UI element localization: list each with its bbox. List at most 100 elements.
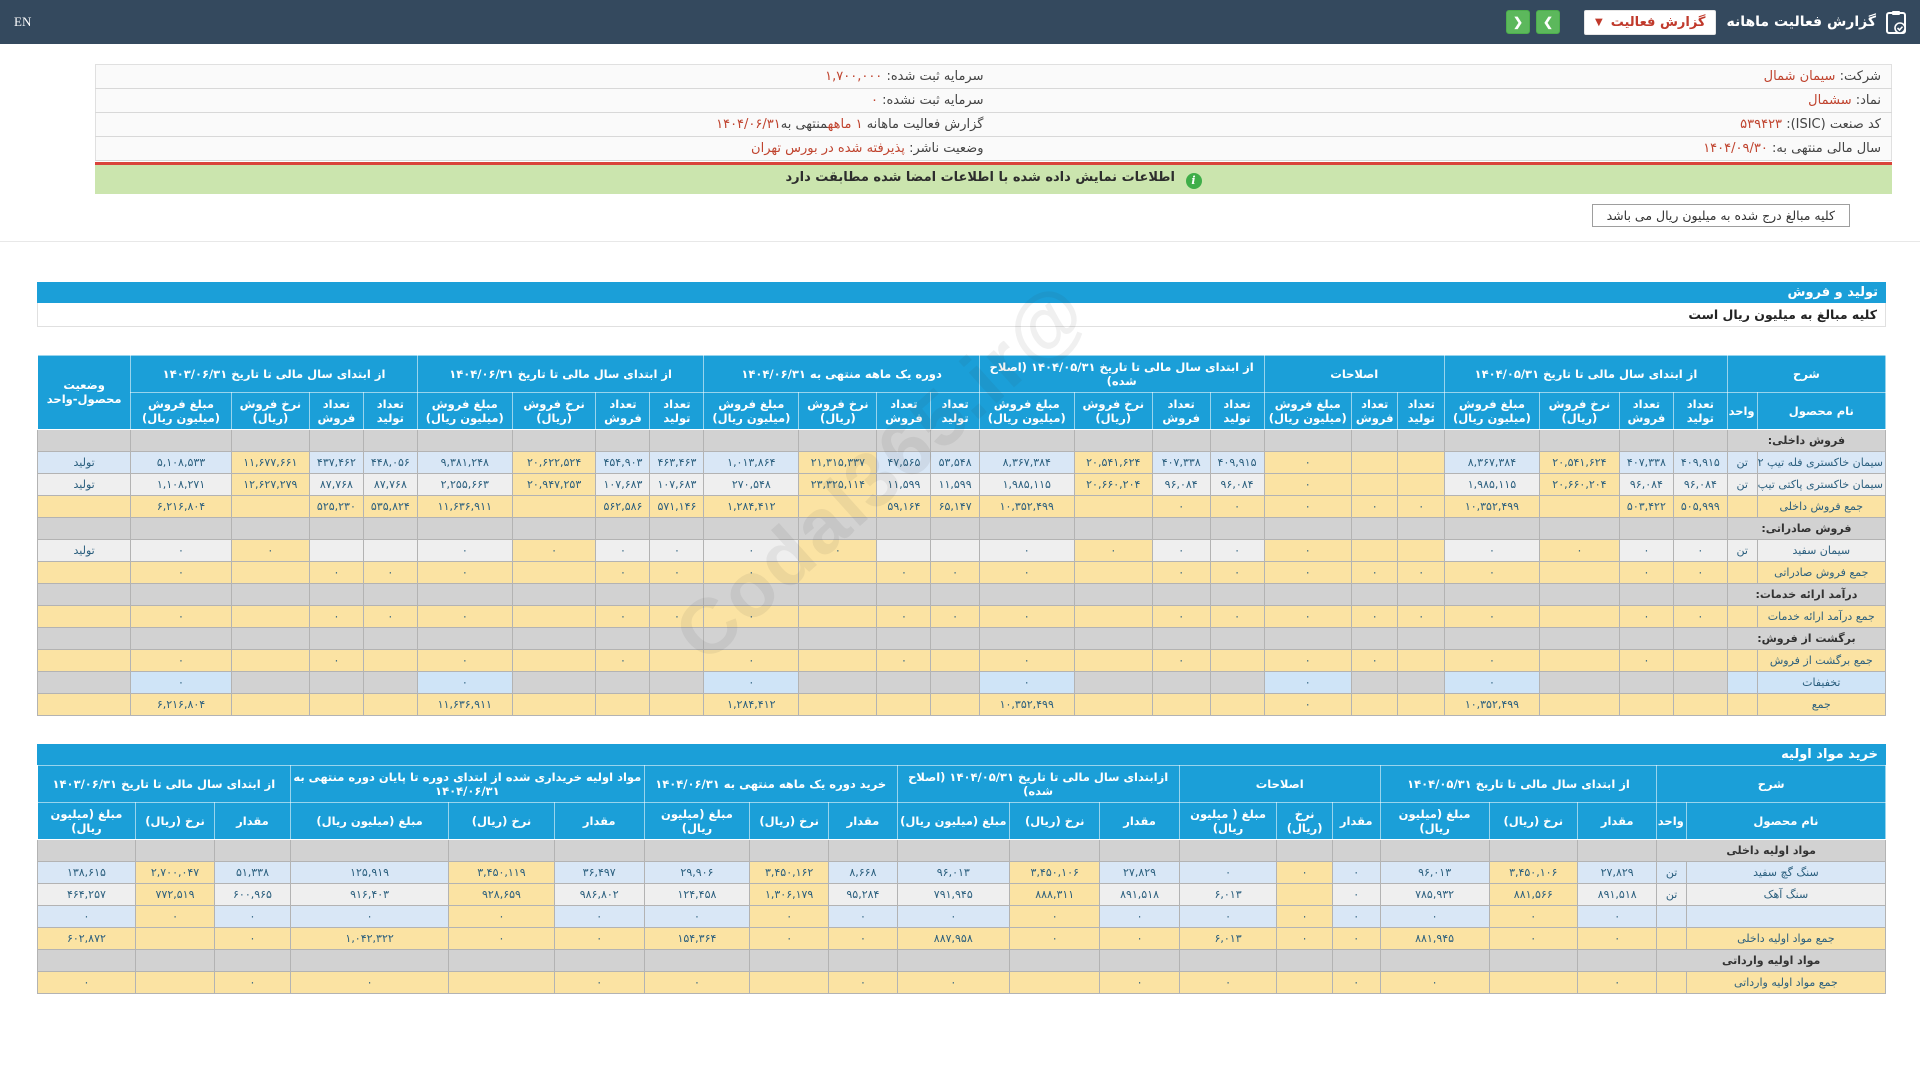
- value-cell: ۰: [1444, 670, 1540, 694]
- section-cell: [896, 948, 1011, 972]
- section-cell: [37, 948, 136, 972]
- value-cell: ۵۷۱,۱۴۶: [649, 494, 705, 518]
- value-cell: ۰: [130, 560, 232, 584]
- section-cell: [1672, 428, 1728, 452]
- value-cell: ۰: [308, 604, 364, 628]
- value-cell: ۰: [308, 560, 364, 584]
- value-cell: [134, 970, 216, 994]
- column-header: نرخ (ریال): [1009, 801, 1101, 840]
- value-cell: ۰: [1276, 860, 1333, 884]
- section-cell: [36, 582, 132, 606]
- section-cell: [1331, 948, 1381, 972]
- value-cell: ۴۰۷,۳۳۸: [1618, 450, 1674, 474]
- section-cell: [1151, 428, 1211, 452]
- value-cell: [1073, 560, 1153, 584]
- registered-capital-cell: سرمایه ثبت شده: ۱,۷۰۰,۰۰۰: [95, 64, 994, 89]
- column-header: نام محصول: [1756, 391, 1887, 430]
- value-cell: ۰: [896, 970, 1011, 994]
- column-header: تعداد تولید: [1209, 391, 1265, 430]
- row-label: جمع فروش صادراتی: [1756, 560, 1887, 584]
- row-label: جمع درآمد ارائه خدمات: [1756, 604, 1887, 628]
- section-cell: [416, 626, 513, 650]
- value-cell: ۰: [1397, 560, 1445, 584]
- info-row: نماد: سشمال سرمایه ثبت نشده: ۰: [95, 88, 1892, 113]
- next-report-button[interactable]: ❯: [1536, 10, 1561, 34]
- value-cell: ۰: [130, 604, 232, 628]
- value-cell: ۰: [416, 670, 513, 694]
- section-cell: [1672, 516, 1728, 540]
- section-cell: [1073, 516, 1153, 540]
- section-cell: [1444, 516, 1540, 540]
- section-cell: [289, 838, 450, 862]
- value-cell: ۰: [1618, 648, 1674, 672]
- value-cell: ۲۳,۳۲۵,۱۱۴: [798, 472, 878, 496]
- section-cell: [748, 838, 830, 862]
- value-cell: ۰: [703, 670, 800, 694]
- column-group-header: اصلاحات: [1263, 354, 1445, 393]
- value-cell: ۸۷,۷۶۸: [308, 472, 364, 496]
- value-cell: [511, 494, 597, 518]
- product-status-cell: [36, 648, 132, 672]
- value-cell: [1488, 970, 1579, 994]
- unit-cell: [1726, 648, 1758, 672]
- value-cell: ۱۱,۶۷۷,۶۶۱: [230, 450, 310, 474]
- value-cell: ۲۰,۶۶۰,۲۰۴: [1073, 472, 1153, 496]
- section-label: مواد اولیه داخلی: [1656, 838, 1886, 862]
- section-cell: [416, 582, 513, 606]
- value-cell: ۰: [1263, 494, 1352, 518]
- value-cell: ۰: [828, 926, 898, 950]
- product-status-cell: [36, 560, 132, 584]
- row-label: سیمان خاکستری پاکتی تیپ ۲: [1756, 472, 1887, 496]
- section-label: فروش صادراتی:: [1726, 516, 1887, 540]
- value-cell: [511, 648, 597, 672]
- value-cell: ۱۱,۵۹۹: [930, 472, 980, 496]
- issuer-status-value: پذیرفته شده در بورس تهران: [751, 141, 905, 156]
- section-cell: [448, 948, 555, 972]
- registered-capital-value: ۱,۷۰۰,۰۰۰: [825, 69, 883, 84]
- value-cell: ۰: [289, 904, 450, 928]
- value-cell: ۰: [1009, 904, 1101, 928]
- value-cell: ۰: [978, 648, 1075, 672]
- value-cell: [1397, 670, 1445, 694]
- table-row: جمع درآمد ارائه خدمات ۰ ۰ ۰ ۰ ۰ ۰ ۰ ۰ ۰ ۰ ۰ ۰ ۰ ۰ ۰ ۰ ۰ ۰: [36, 604, 1887, 628]
- prev-report-button[interactable]: ❮: [1506, 10, 1531, 34]
- value-cell: [798, 692, 878, 716]
- unregistered-capital-cell: سرمایه ثبت نشده: ۰: [95, 88, 994, 113]
- value-cell: ۲۷۰,۵۴۸: [703, 472, 800, 496]
- value-cell: [448, 970, 555, 994]
- sales-band-title: تولید و فروش: [37, 281, 1886, 303]
- value-cell: ۷۷۲,۵۱۹: [134, 882, 216, 906]
- value-cell: ۰: [1099, 904, 1180, 928]
- value-cell: ۰: [416, 648, 513, 672]
- row-label: تخفیفات: [1756, 670, 1887, 694]
- value-cell: [1350, 472, 1399, 496]
- section-cell: [1073, 582, 1153, 606]
- value-cell: ۰: [930, 604, 980, 628]
- value-cell: ۰: [876, 648, 932, 672]
- value-cell: ۰: [214, 926, 291, 950]
- value-cell: ۸۷,۷۶۸: [362, 472, 418, 496]
- symbol-cell: نماد: سشمال: [993, 88, 1892, 113]
- column-header: نرخ فروش (ریال): [230, 391, 310, 430]
- fiscal-year-value: ۱۴۰۴/۰۹/۳۰: [1703, 141, 1768, 156]
- column-header: نرخ فروش (ریال): [1538, 391, 1620, 430]
- report-type-dropdown[interactable]: گزارش فعالیت ▼: [1584, 9, 1717, 35]
- value-cell: [1209, 670, 1265, 694]
- section-cell: [1009, 838, 1101, 862]
- value-cell: [308, 538, 364, 562]
- section-cell: [703, 582, 800, 606]
- row-label: جمع برگشت از فروش: [1756, 648, 1887, 672]
- language-switch-en[interactable]: EN: [14, 14, 31, 30]
- section-cell: [36, 626, 132, 650]
- section-cell: [1379, 838, 1490, 862]
- section-cell: [1618, 428, 1674, 452]
- value-cell: ۶۵,۱۴۷: [930, 494, 980, 518]
- value-cell: [1151, 692, 1211, 716]
- section-cell: [553, 948, 645, 972]
- product-status-cell: [36, 670, 132, 694]
- column-header: مبلغ (میلیون ریال): [643, 801, 751, 840]
- unit-cell: تن: [1726, 538, 1758, 562]
- value-cell: ۴۵۴,۹۰۳: [595, 450, 651, 474]
- value-cell: [798, 604, 878, 628]
- company-cell: شرکت: سیمان شمال: [993, 64, 1892, 89]
